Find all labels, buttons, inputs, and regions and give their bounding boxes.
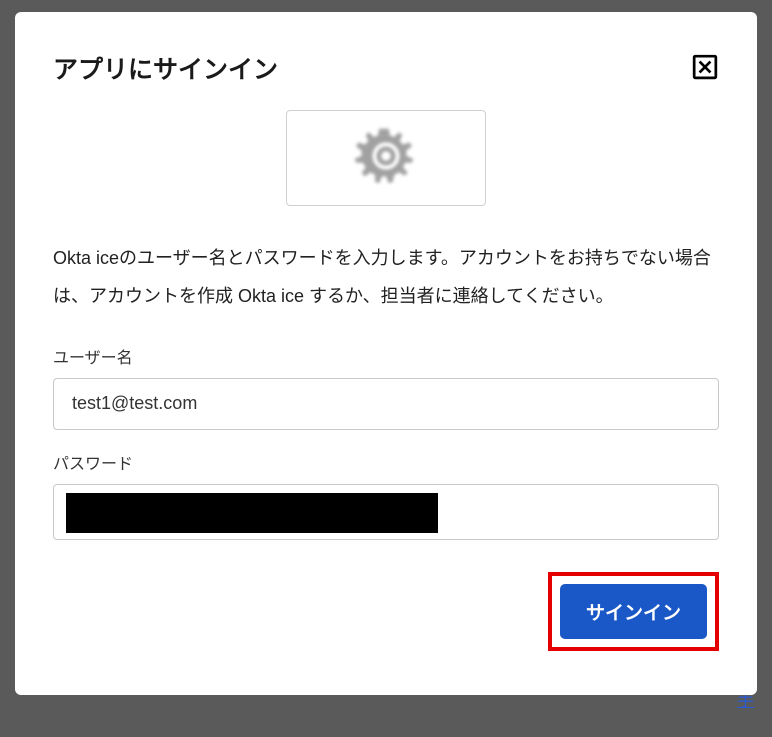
modal-header: アプリにサインイン	[53, 50, 719, 86]
close-icon	[692, 54, 718, 83]
close-button[interactable]	[691, 54, 719, 82]
username-input[interactable]	[53, 378, 719, 430]
modal-title: アプリにサインイン	[53, 50, 278, 86]
password-label: パスワード	[53, 450, 719, 474]
username-label: ユーザー名	[53, 344, 719, 368]
username-field-group: ユーザー名	[53, 344, 719, 430]
signin-modal: アプリにサインイン Okta iceのユーザー名とパ	[15, 12, 757, 695]
signin-highlight-box: サインイン	[548, 572, 719, 651]
signin-button[interactable]: サインイン	[560, 584, 707, 639]
button-row: サインイン	[53, 572, 719, 651]
password-redaction-mask	[66, 493, 438, 533]
gear-icon	[352, 122, 420, 195]
password-input[interactable]	[53, 484, 719, 540]
modal-description: Okta iceのユーザー名とパスワードを入力します。アカウントをお持ちでない場…	[53, 240, 719, 316]
app-icon-container	[286, 110, 486, 206]
password-field-group: パスワード	[53, 450, 719, 540]
